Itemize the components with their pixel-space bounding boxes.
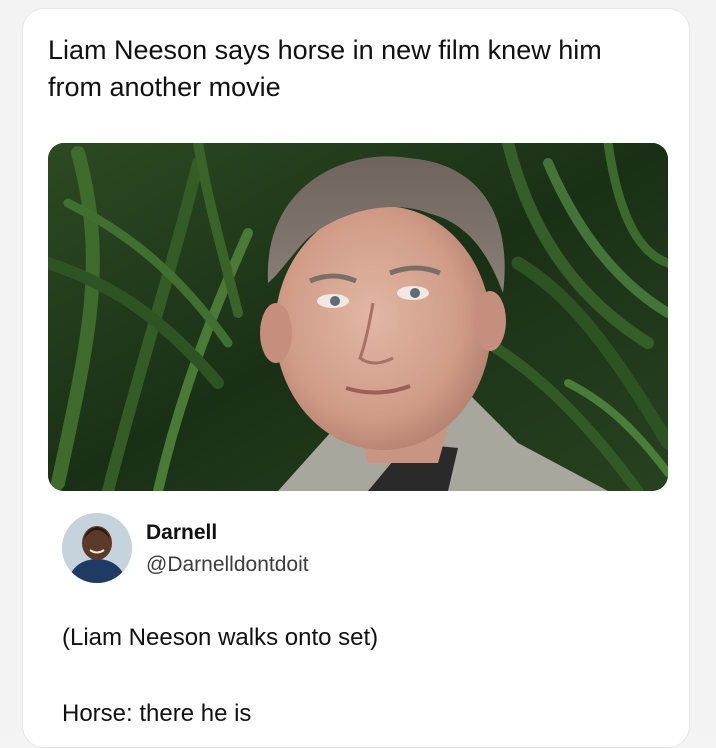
post-photo[interactable] bbox=[48, 143, 668, 491]
avatar-image bbox=[62, 513, 132, 583]
author-name[interactable]: Darnell bbox=[146, 521, 217, 545]
reply-author[interactable]: Darnell @Darnelldontdoit bbox=[62, 513, 462, 585]
post-headline: Liam Neeson says horse in new film knew … bbox=[48, 35, 602, 102]
reply-text-line-1: (Liam Neeson walks onto set) bbox=[62, 624, 379, 651]
author-avatar[interactable] bbox=[62, 513, 132, 583]
photo-image bbox=[48, 143, 668, 491]
author-handle[interactable]: @Darnelldontdoit bbox=[146, 553, 309, 577]
screenshot-frame: Liam Neeson says horse in new film knew … bbox=[0, 0, 716, 748]
reply-text-line-2: Horse: there he is bbox=[62, 700, 252, 727]
